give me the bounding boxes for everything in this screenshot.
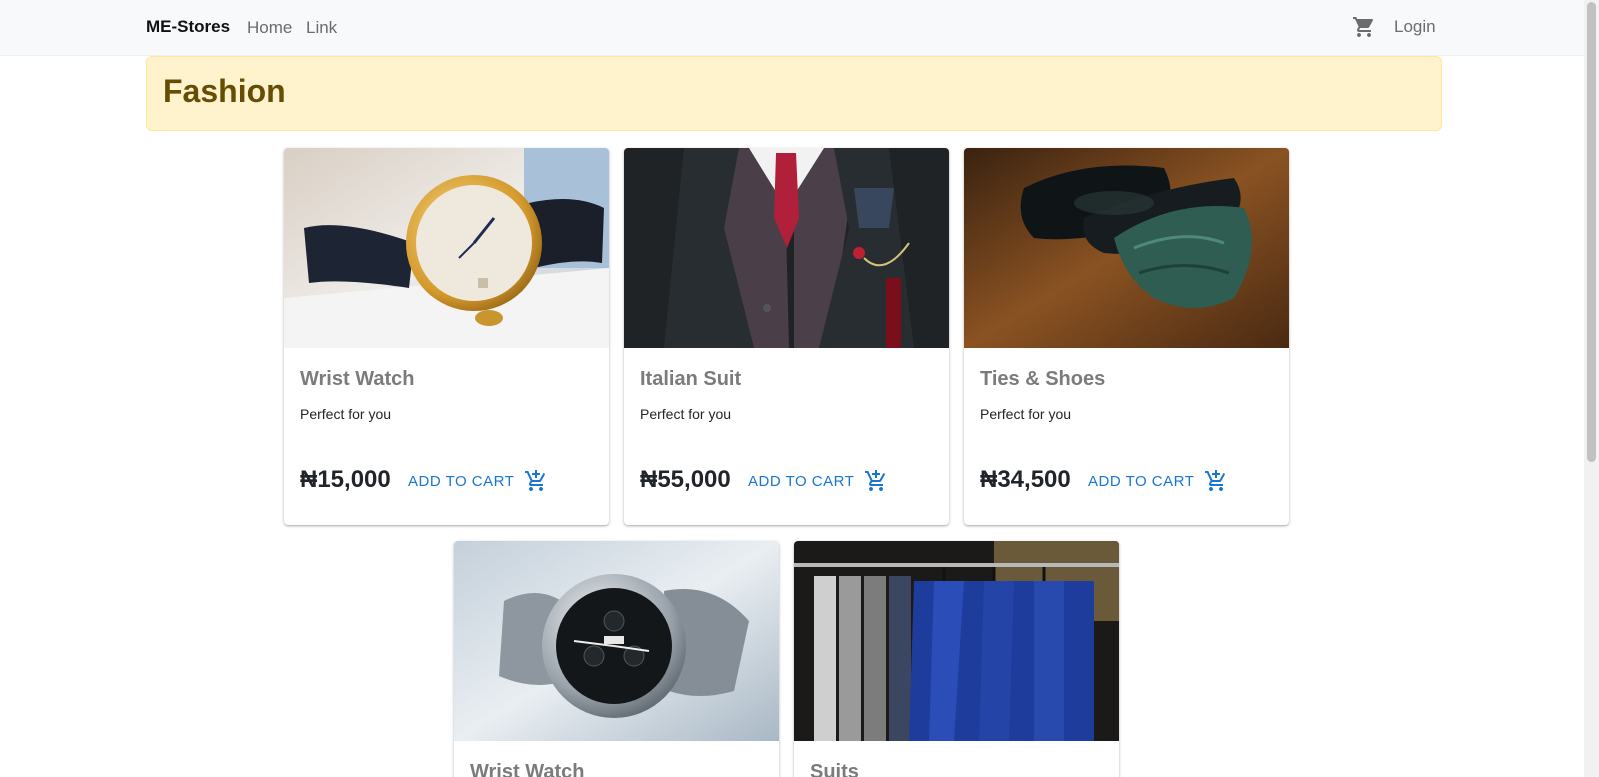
product-card: Ties & Shoes Perfect for you ₦34,500 ADD… — [964, 148, 1289, 525]
login-link[interactable]: Login — [1394, 17, 1436, 37]
add-shopping-cart-icon — [525, 470, 546, 491]
add-to-cart-label: ADD TO CART — [1088, 472, 1195, 490]
add-to-cart-button[interactable]: ADD TO CART — [748, 466, 888, 496]
page-scrollbar[interactable] — [1584, 0, 1599, 777]
product-title: Wrist Watch — [470, 761, 585, 777]
product-title: Italian Suit — [640, 368, 742, 390]
product-description: Perfect for you — [300, 406, 392, 422]
add-to-cart-button[interactable]: ADD TO CART — [1088, 466, 1228, 496]
product-title: Ties & Shoes — [980, 368, 1106, 390]
product-image-italian-suit[interactable] — [624, 148, 949, 348]
product-card: Italian Suit Perfect for you ₦55,000 ADD… — [624, 148, 949, 525]
add-shopping-cart-icon — [865, 470, 886, 491]
product-image-steel-watch[interactable] — [454, 541, 779, 741]
product-price: ₦34,500 — [980, 466, 1071, 493]
product-price: ₦55,000 — [640, 466, 731, 493]
add-shopping-cart-icon — [1205, 470, 1226, 491]
product-card: Wrist Watch Perfect for you ₦15,000 ADD … — [284, 148, 609, 525]
navbar: ME-Stores Home Link Login — [0, 0, 1584, 56]
product-image-suits-rack[interactable] — [794, 541, 1119, 741]
add-to-cart-button[interactable]: ADD TO CART — [408, 466, 548, 496]
product-card: Suits — [794, 541, 1119, 777]
category-title: Fashion — [163, 73, 286, 109]
add-to-cart-label: ADD TO CART — [408, 472, 515, 490]
nav-link-home[interactable]: Home — [247, 18, 292, 38]
product-description: Perfect for you — [640, 406, 732, 422]
category-banner: Fashion — [146, 56, 1442, 131]
product-card: Wrist Watch — [454, 541, 779, 777]
product-title: Wrist Watch — [300, 368, 415, 390]
scrollbar-thumb[interactable] — [1587, 2, 1596, 462]
shopping-cart-icon[interactable] — [1352, 15, 1376, 39]
add-to-cart-label: ADD TO CART — [748, 472, 855, 490]
brand-logo[interactable]: ME-Stores — [146, 17, 230, 37]
product-image-gold-watch[interactable] — [284, 148, 609, 348]
product-image-ties-shoes[interactable] — [964, 148, 1289, 348]
nav-link-link[interactable]: Link — [306, 18, 337, 38]
product-title: Suits — [810, 761, 859, 777]
product-description: Perfect for you — [980, 406, 1072, 422]
product-price: ₦15,000 — [300, 466, 391, 493]
